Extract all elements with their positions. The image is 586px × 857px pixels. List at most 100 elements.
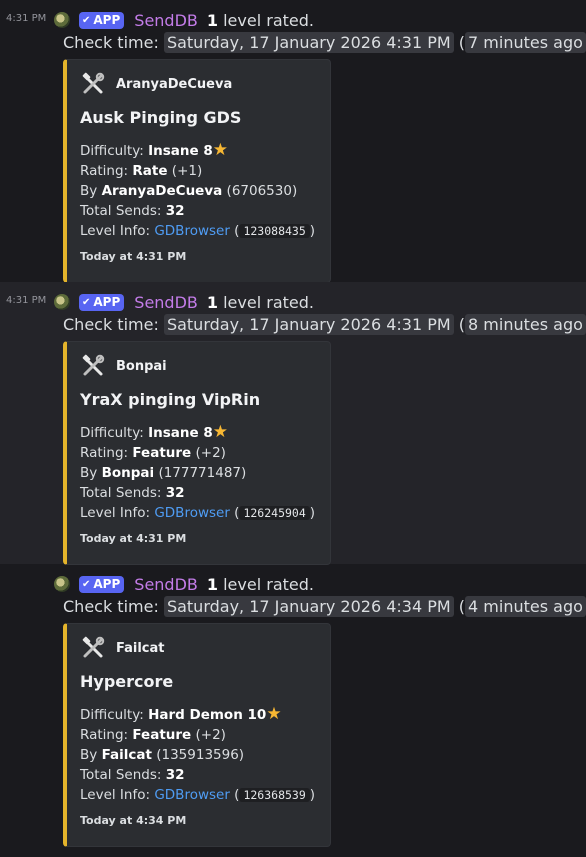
sends-row: Total Sends: 32 (80, 203, 185, 219)
level-id: 126368539 (239, 788, 310, 802)
sends-value: 32 (165, 767, 185, 783)
embed-author: Bonpai (81, 354, 167, 378)
message-header: ✔ APP SendDB 1 level rated. (54, 291, 314, 313)
check-time-value[interactable]: Saturday, 17 January 2026 4:31 PM (163, 314, 454, 335)
level-info-row: Level Info: GDBrowser (123088435) (80, 223, 316, 239)
relative-time[interactable]: 7 minutes ago (465, 32, 586, 53)
embed-footer: Today at 4:31 PM (80, 532, 187, 545)
gdbrowser-link[interactable]: GDBrowser (154, 505, 230, 521)
embed-author-name[interactable]: Bonpai (116, 359, 167, 374)
app-badge-label: APP (93, 295, 121, 309)
bot-avatar[interactable] (54, 12, 70, 28)
rated-summary: 1 level rated. (207, 293, 314, 312)
star-icon: ★ (266, 704, 282, 724)
embed-author: AranyaDeCueva (81, 72, 232, 96)
difficulty-value: Insane 8 (148, 425, 213, 441)
message: 4:31 PM ✔ APP SendDB 1 level rated. Chec… (0, 282, 586, 565)
rated-text: level rated. (223, 10, 314, 30)
difficulty-row: Difficulty: Hard Demon 10★ (80, 704, 282, 724)
message-header: ✔ APP SendDB 1 level rated. (54, 9, 314, 31)
rating-row: Rating: Rate (+1) (80, 163, 203, 179)
level-title: Hypercore (80, 672, 174, 691)
hammer-wrench-icon (82, 636, 105, 658)
bot-avatar[interactable] (54, 294, 70, 310)
message: 4:31 PM ✔ APP SendDB 1 level rated. Chec… (0, 0, 586, 283)
message-timestamp[interactable]: 4:31 PM (6, 13, 46, 24)
bot-avatar[interactable] (54, 576, 70, 592)
creator-id: (177771487) (158, 465, 247, 481)
embed-fields: Difficulty: Insane 8★ Rating: Rate (+1) … (80, 140, 315, 241)
relative-time[interactable]: 8 minutes ago (465, 314, 586, 335)
check-time-label: Check time: (63, 33, 159, 52)
app-badge: ✔ APP (79, 575, 125, 593)
relative-time[interactable]: 4 minutes ago (465, 596, 586, 617)
rated-summary: 1 level rated. (207, 11, 314, 30)
embed-fields: Difficulty: Hard Demon 10★ Rating: Featu… (80, 704, 315, 805)
message-timestamp[interactable]: 4:31 PM (6, 295, 46, 306)
rating-value: Feature (132, 445, 192, 461)
app-badge-label: APP (93, 13, 121, 27)
embed-author-name[interactable]: Failcat (116, 641, 165, 656)
creator-row: By Bonpai (177771487) (80, 465, 247, 481)
rated-text: level rated. (223, 292, 314, 312)
app-name[interactable]: SendDB (134, 293, 198, 312)
check-time-label: Check time: (63, 597, 159, 616)
message: ✔ APP SendDB 1 level rated. Check time: … (0, 564, 586, 857)
check-icon: ✔ (82, 14, 91, 26)
app-name[interactable]: SendDB (134, 575, 198, 594)
rated-count: 1 (206, 574, 219, 594)
embed-author: Failcat (81, 636, 165, 660)
creator-id: (6706530) (226, 183, 298, 199)
check-time-value[interactable]: Saturday, 17 January 2026 4:34 PM (163, 596, 454, 617)
star-icon: ★ (212, 422, 228, 442)
check-time-line: Check time: Saturday, 17 January 2026 4:… (63, 32, 586, 53)
sends-value: 32 (165, 485, 185, 501)
difficulty-row: Difficulty: Insane 8★ (80, 422, 228, 442)
rating-value: Feature (132, 727, 192, 743)
level-title: YraX pinging VipRin (80, 390, 261, 409)
check-time-value[interactable]: Saturday, 17 January 2026 4:31 PM (163, 32, 454, 53)
difficulty-row: Difficulty: Insane 8★ (80, 140, 228, 160)
rated-text: level rated. (223, 574, 314, 594)
difficulty-value: Hard Demon 10 (148, 707, 267, 723)
rated-summary: 1 level rated. (207, 575, 314, 594)
app-badge: ✔ APP (79, 11, 125, 29)
level-id: 126245904 (239, 506, 310, 520)
creator-row: By Failcat (135913596) (80, 747, 245, 763)
app-badge: ✔ APP (79, 293, 125, 311)
level-embed: Failcat Hypercore Difficulty: Hard Demon… (63, 623, 331, 847)
gdbrowser-link[interactable]: GDBrowser (154, 223, 230, 239)
hammer-wrench-icon (82, 72, 105, 94)
level-embed: AranyaDeCueva Ausk Pinging GDS Difficult… (63, 59, 331, 283)
sends-row: Total Sends: 32 (80, 767, 185, 783)
check-time-line: Check time: Saturday, 17 January 2026 4:… (63, 314, 586, 335)
gdbrowser-link[interactable]: GDBrowser (154, 787, 230, 803)
level-embed: Bonpai YraX pinging VipRin Difficulty: I… (63, 341, 331, 565)
embed-footer: Today at 4:31 PM (80, 250, 187, 263)
check-time-line: Check time: Saturday, 17 January 2026 4:… (63, 596, 586, 617)
embed-author-name[interactable]: AranyaDeCueva (116, 77, 232, 92)
level-info-row: Level Info: GDBrowser (126368539) (80, 787, 316, 803)
rated-count: 1 (206, 10, 219, 30)
check-icon: ✔ (82, 578, 91, 590)
check-time-label: Check time: (63, 315, 159, 334)
message-list: 4:31 PM ✔ APP SendDB 1 level rated. Chec… (0, 0, 586, 857)
app-name[interactable]: SendDB (134, 11, 198, 30)
creator-name: AranyaDeCueva (101, 183, 223, 199)
creator-name: Bonpai (101, 465, 155, 481)
message-header: ✔ APP SendDB 1 level rated. (54, 573, 314, 595)
star-icon: ★ (212, 140, 228, 160)
rating-row: Rating: Feature (+2) (80, 445, 226, 461)
embed-footer: Today at 4:34 PM (80, 814, 187, 827)
sends-value: 32 (165, 203, 185, 219)
creator-id: (135913596) (156, 747, 245, 763)
sends-row: Total Sends: 32 (80, 485, 185, 501)
level-id: 123088435 (239, 224, 310, 238)
creator-name: Failcat (101, 747, 152, 763)
embed-fields: Difficulty: Insane 8★ Rating: Feature (+… (80, 422, 315, 523)
rated-count: 1 (206, 292, 219, 312)
check-icon: ✔ (82, 296, 91, 308)
level-info-row: Level Info: GDBrowser (126245904) (80, 505, 316, 521)
level-title: Ausk Pinging GDS (80, 108, 242, 127)
hammer-wrench-icon (82, 354, 105, 376)
